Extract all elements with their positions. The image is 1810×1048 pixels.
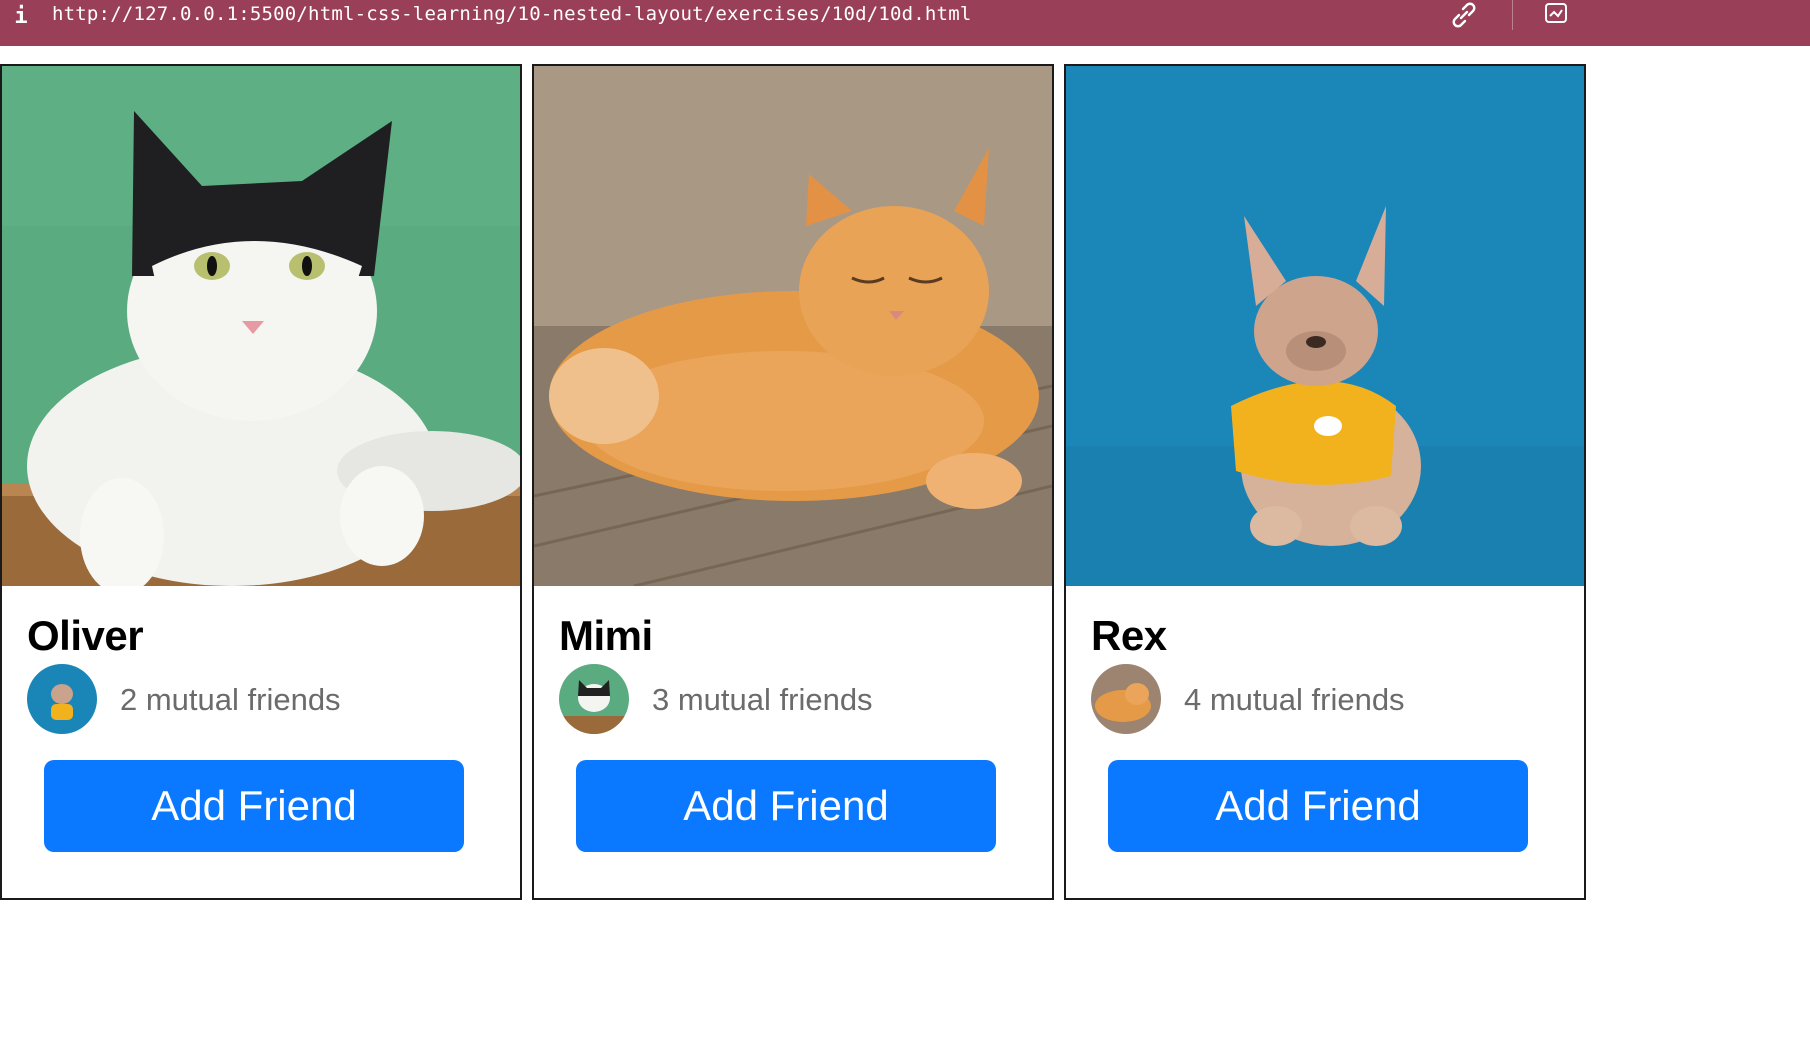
add-friend-button[interactable]: Add Friend [44, 760, 464, 852]
add-friend-button[interactable]: Add Friend [576, 760, 996, 852]
cat-photo [2, 66, 520, 586]
avatar [559, 664, 629, 734]
add-friend-button[interactable]: Add Friend [1108, 760, 1528, 852]
mutual-friends-count: 3 mutual friends [652, 682, 873, 717]
avatar [1091, 664, 1161, 734]
link-icon[interactable] [1448, 0, 1480, 30]
url-text[interactable]: http://127.0.0.1:5500/html-css-learning/… [52, 3, 971, 25]
friend-card-rex: Rex 4 mutual friends Add Friend [1064, 64, 1586, 900]
toolbar-separator [1512, 0, 1513, 30]
dog-photo [1066, 66, 1584, 586]
friend-card-oliver: Oliver 2 mutual friends Add Friend [0, 64, 522, 900]
avatar [27, 664, 97, 734]
friend-card-mimi: Mimi 3 mutual friends Add Friend [532, 64, 1054, 900]
extension-icon[interactable] [1544, 2, 1570, 26]
mutual-friends-count: 2 mutual friends [120, 682, 341, 717]
friend-name: Rex [1091, 612, 1167, 659]
mutual-friends-count: 4 mutual friends [1184, 682, 1405, 717]
info-icon[interactable]: i [4, 4, 38, 29]
address-bar: i http://127.0.0.1:5500/html-css-learnin… [0, 0, 1810, 46]
cat-photo [534, 66, 1052, 586]
friend-name: Oliver [27, 612, 144, 659]
friend-name: Mimi [559, 612, 653, 659]
